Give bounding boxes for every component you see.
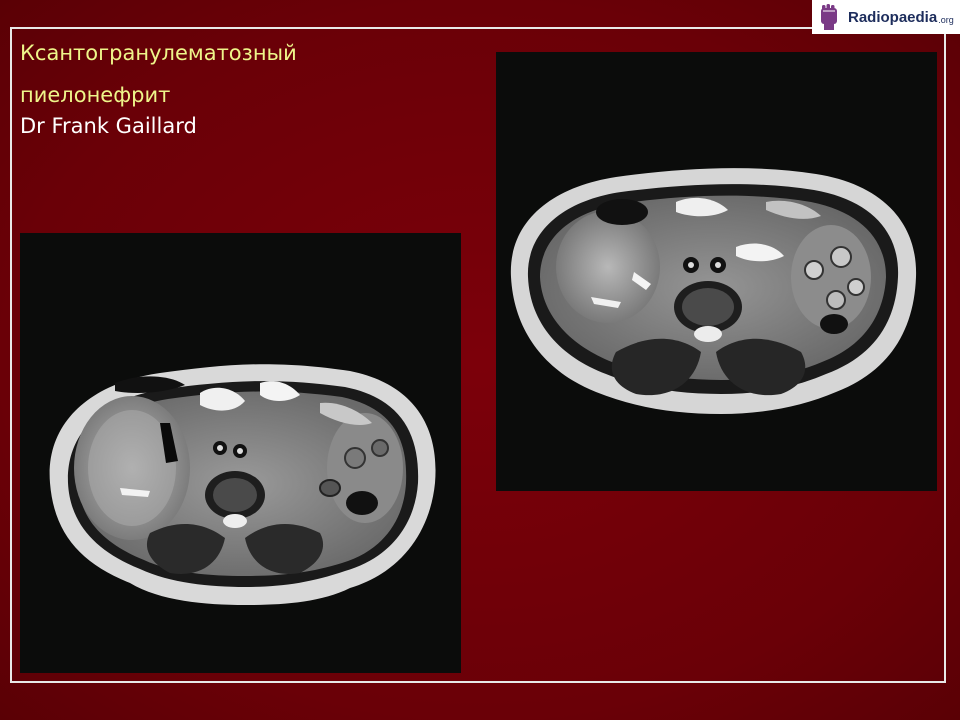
mri-axial-abdomen-icon <box>510 168 917 414</box>
radiopaedia-fist-icon <box>821 4 837 30</box>
slide-author: Dr Frank Gaillard <box>20 114 197 138</box>
radiopaedia-logo[interactable]: Radiopaedia .org <box>812 0 960 34</box>
logo-name: Radiopaedia <box>848 8 938 26</box>
title-line-1: Ксантогранулематозный <box>20 41 297 65</box>
mri-image-right <box>496 52 937 491</box>
mri-image-left <box>20 233 461 673</box>
logo-suffix: .org <box>938 15 954 25</box>
slide-title: Ксантогранулематозный пиелонефрит <box>20 32 440 116</box>
mri-axial-abdomen-icon <box>49 364 436 605</box>
